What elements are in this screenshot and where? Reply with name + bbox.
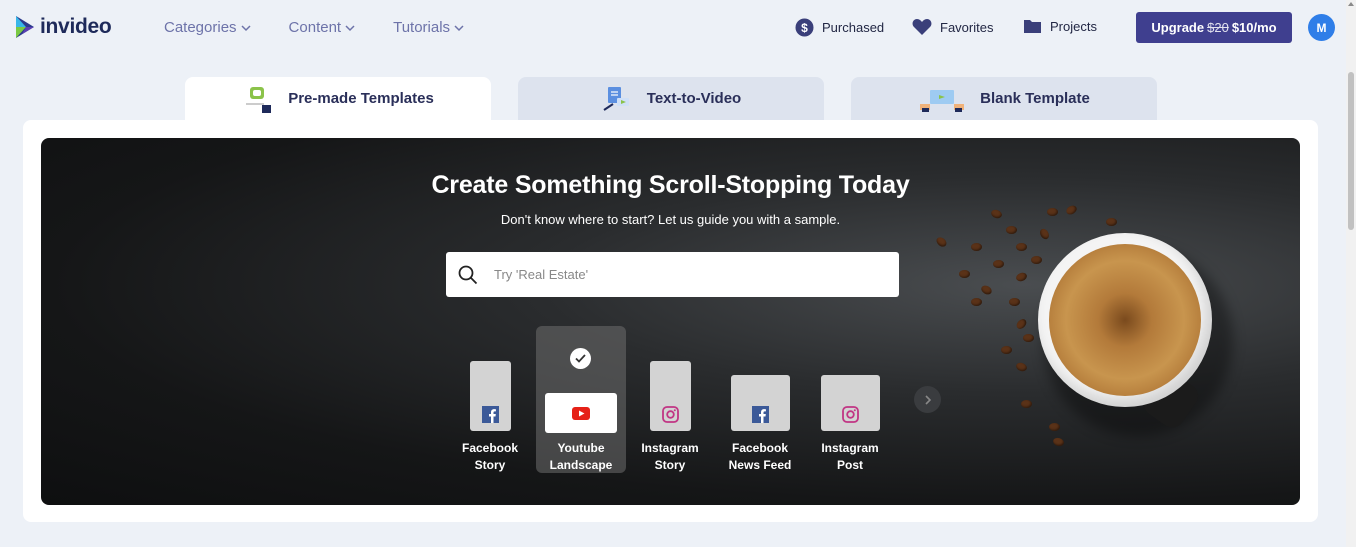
svg-text:$: $ xyxy=(801,21,808,35)
main-nav: Categories Content Tutorials xyxy=(164,19,502,36)
format-label: Facebook Story xyxy=(461,441,518,472)
top-header: invideo Categories Content Tutorials $ P… xyxy=(0,0,1346,58)
dollar-coin-icon: $ xyxy=(795,18,814,37)
nav-categories[interactable]: Categories xyxy=(164,19,251,36)
text-to-video-icon xyxy=(603,86,629,111)
coffee-surface xyxy=(1049,244,1201,396)
facebook-icon xyxy=(752,406,769,423)
hero-subtitle: Don't know where to start? Let us guide … xyxy=(500,212,841,227)
format-label: Instagram Post xyxy=(821,441,879,472)
formats-next-button[interactable] xyxy=(914,386,941,413)
template-search-bar[interactable] xyxy=(446,252,899,297)
format-label: Youtube Landscape xyxy=(549,441,613,472)
format-label: Facebook News Feed xyxy=(728,441,792,472)
format-thumbnail xyxy=(545,393,617,433)
format-thumbnail xyxy=(650,361,691,431)
hero-title: Create Something Scroll-Stopping Today xyxy=(431,171,910,199)
upgrade-old-price: $20 xyxy=(1207,20,1229,35)
tab-blank-template[interactable]: Blank Template xyxy=(851,77,1157,120)
upgrade-prefix: Upgrade xyxy=(1151,20,1205,35)
facebook-icon xyxy=(482,406,499,423)
format-thumbnail xyxy=(470,361,511,431)
format-thumbnail xyxy=(731,375,790,431)
nav-tutorials-label: Tutorials xyxy=(393,19,451,36)
tab-premade-templates-label: Pre-made Templates xyxy=(288,90,434,107)
instagram-icon xyxy=(842,406,859,423)
upgrade-new-price: $10/mo xyxy=(1231,20,1277,35)
template-search-input[interactable] xyxy=(494,267,874,282)
projects-label: Projects xyxy=(1050,18,1097,34)
tab-text-to-video-label: Text-to-Video xyxy=(646,90,742,107)
nav-tutorials[interactable]: Tutorials xyxy=(393,19,464,36)
page-scrollbar[interactable] xyxy=(1346,0,1356,547)
premade-templates-icon xyxy=(246,86,272,113)
invideo-logo[interactable]: invideo xyxy=(14,14,112,40)
folder-icon xyxy=(1024,20,1041,33)
hero-banner: Create Something Scroll-Stopping Today D… xyxy=(41,138,1300,505)
chevron-down-icon xyxy=(345,24,355,31)
instagram-icon xyxy=(662,406,679,423)
nav-content-label: Content xyxy=(288,19,342,36)
invideo-logo-text: invideo xyxy=(40,15,112,38)
format-label: Instagram Story xyxy=(641,441,699,472)
chevron-down-icon xyxy=(454,24,464,31)
chevron-right-icon xyxy=(924,394,931,405)
tab-blank-template-label: Blank Template xyxy=(980,90,1090,107)
youtube-icon xyxy=(572,406,590,420)
scrollbar-thumb[interactable] xyxy=(1348,72,1354,230)
tab-text-to-video[interactable]: Text-to-Video xyxy=(518,77,824,120)
tab-premade-templates[interactable]: Pre-made Templates xyxy=(185,77,491,120)
user-avatar[interactable]: M xyxy=(1308,14,1335,41)
purchased-link[interactable]: $ Purchased xyxy=(795,18,884,37)
favorites-link[interactable]: Favorites xyxy=(912,18,993,36)
format-thumbnail xyxy=(821,375,880,431)
chevron-down-icon xyxy=(241,24,251,31)
search-icon xyxy=(458,265,478,284)
scroll-up-arrow-icon[interactable] xyxy=(1348,2,1354,6)
projects-link[interactable]: Projects xyxy=(1023,18,1097,34)
nav-categories-label: Categories xyxy=(164,19,237,36)
upgrade-button[interactable]: Upgrade $20 $10/mo xyxy=(1136,12,1292,43)
heart-icon xyxy=(912,19,932,35)
blank-template-icon xyxy=(920,89,965,112)
invideo-logo-icon xyxy=(16,16,34,38)
nav-content[interactable]: Content xyxy=(289,19,356,36)
checkmark-icon xyxy=(570,348,591,369)
purchased-label: Purchased xyxy=(822,20,885,35)
favorites-label: Favorites xyxy=(940,19,994,35)
